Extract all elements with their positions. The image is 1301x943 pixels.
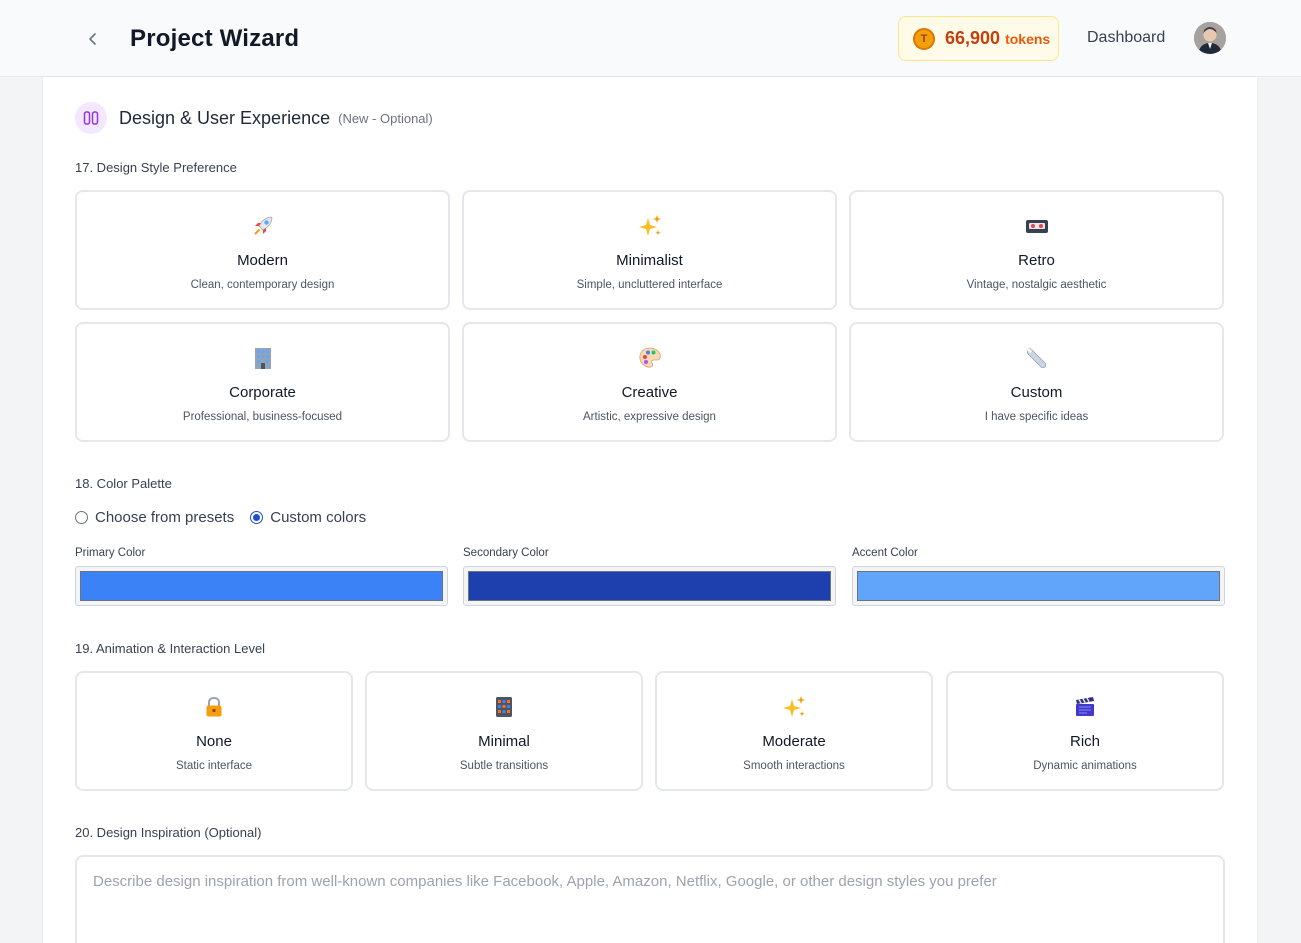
option-desc: Vintage, nostalgic aesthetic xyxy=(966,279,1107,291)
option-name: Minimal xyxy=(478,733,530,750)
animation-level-label: 19. Animation & Interaction Level xyxy=(75,641,266,656)
user-avatar[interactable] xyxy=(1194,22,1226,54)
radio-label: Custom colors xyxy=(270,509,367,526)
animation-option-none[interactable]: None Static interface xyxy=(75,671,353,791)
option-desc: Simple, uncluttered interface xyxy=(576,279,723,291)
dashboard-link[interactable]: Dashboard xyxy=(1087,29,1165,47)
section-note: (New - Optional) xyxy=(338,110,433,126)
design-section-icon xyxy=(75,102,107,134)
secondary-color-picker[interactable] xyxy=(463,566,836,606)
style-option-modern[interactable]: Modern Clean, contemporary design xyxy=(75,190,450,310)
option-desc: Subtle transitions xyxy=(459,760,549,772)
option-name: Minimalist xyxy=(616,252,683,269)
top-header: Project Wizard T 66,900 tokens Dashboard xyxy=(0,0,1301,77)
radio-custom-colors[interactable]: Custom colors xyxy=(250,509,366,526)
sparkles-icon xyxy=(464,212,835,240)
option-name: Modern xyxy=(237,252,288,269)
style-option-custom[interactable]: Custom I have specific ideas xyxy=(849,322,1224,442)
wrench-icon xyxy=(851,344,1222,372)
design-inspiration-textarea[interactable]: Describe design inspiration from well-kn… xyxy=(75,855,1225,943)
option-name: Creative xyxy=(621,384,678,401)
primary-color-label: Primary Color xyxy=(75,547,146,559)
radio-selected-icon xyxy=(250,511,264,524)
option-desc: Smooth interactions xyxy=(743,760,845,772)
option-name: Corporate xyxy=(229,384,296,401)
style-option-retro[interactable]: Retro Vintage, nostalgic aesthetic xyxy=(849,190,1224,310)
secondary-color-swatch xyxy=(468,571,831,601)
option-name: Custom xyxy=(1010,384,1063,401)
option-desc: I have specific ideas xyxy=(984,411,1089,423)
option-name: None xyxy=(196,733,232,750)
style-option-creative[interactable]: Creative Artistic, expressive design xyxy=(462,322,837,442)
coin-icon: T xyxy=(913,27,935,50)
secondary-color-label: Secondary Color xyxy=(463,547,549,559)
chevron-left-icon xyxy=(89,33,96,45)
option-name: Moderate xyxy=(762,733,826,750)
page-title: Project Wizard xyxy=(130,25,300,52)
token-unit: tokens xyxy=(1005,30,1051,47)
palette-mode-group: Choose from presets Custom colors xyxy=(75,509,382,526)
lock-icon xyxy=(77,693,351,721)
token-count: 66,900 xyxy=(945,28,1001,48)
animation-option-rich[interactable]: Rich Dynamic animations xyxy=(946,671,1224,791)
accent-color-swatch xyxy=(857,571,1220,601)
radio-label: Choose from presets xyxy=(95,509,235,526)
option-desc: Artistic, expressive design xyxy=(583,411,716,423)
animation-option-moderate[interactable]: Moderate Smooth interactions xyxy=(655,671,933,791)
option-desc: Professional, business-focused xyxy=(182,411,343,423)
rocket-icon xyxy=(77,212,448,240)
primary-color-picker[interactable] xyxy=(75,566,448,606)
radio-choose-presets[interactable]: Choose from presets xyxy=(75,509,234,526)
primary-color-swatch xyxy=(80,571,443,601)
sparkles-icon xyxy=(657,693,931,721)
avatar-image xyxy=(1194,22,1226,54)
design-style-label: 17. Design Style Preference xyxy=(75,160,237,175)
option-name: Rich xyxy=(1069,733,1100,750)
palette-icon xyxy=(464,344,835,372)
radio-unselected-icon xyxy=(75,511,88,524)
option-desc: Clean, contemporary design xyxy=(190,279,335,291)
style-option-minimalist[interactable]: Minimalist Simple, uncluttered interface xyxy=(462,190,837,310)
videocassette-icon xyxy=(851,212,1222,240)
accent-color-label: Accent Color xyxy=(852,547,918,559)
style-option-corporate[interactable]: Corporate Professional, business-focused xyxy=(75,322,450,442)
option-desc: Static interface xyxy=(175,760,253,772)
animation-option-minimal[interactable]: Minimal Subtle transitions xyxy=(365,671,643,791)
back-button[interactable] xyxy=(80,26,106,52)
option-name: Retro xyxy=(1018,252,1055,269)
abacus-icon xyxy=(367,693,641,721)
clapper-board-icon xyxy=(948,693,1222,721)
accent-color-picker[interactable] xyxy=(852,566,1225,606)
option-desc: Dynamic animations xyxy=(1033,760,1137,772)
section-header: Design & User Experience (New - Optional… xyxy=(75,102,433,134)
section-title: Design & User Experience xyxy=(119,107,331,128)
office-building-icon xyxy=(77,344,448,372)
wizard-card: Design & User Experience (New - Optional… xyxy=(43,77,1257,943)
design-inspiration-label: 20. Design Inspiration (Optional) xyxy=(75,825,262,840)
color-palette-label: 18. Color Palette xyxy=(75,476,172,491)
token-balance-badge[interactable]: T 66,900 tokens xyxy=(898,16,1059,61)
